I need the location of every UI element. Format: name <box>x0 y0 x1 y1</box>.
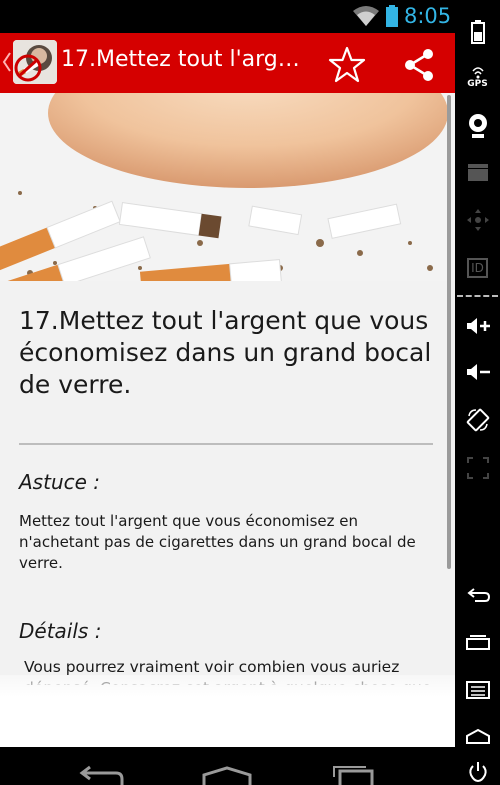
action-bar: 17.Mettez tout l'argent que vous économi… <box>0 33 455 93</box>
rotate-icon[interactable] <box>455 400 500 440</box>
up-chevron-icon[interactable] <box>2 51 12 73</box>
astuce-text: Mettez tout l'argent que vous économisez… <box>19 512 416 572</box>
home-icon[interactable] <box>455 716 500 756</box>
battery-icon[interactable] <box>455 12 500 52</box>
recent-apps-icon[interactable] <box>330 765 380 785</box>
navigation-bar <box>0 747 455 785</box>
article-content[interactable]: 17.Mettez tout l'argent que vous économi… <box>0 93 455 747</box>
scale-icon[interactable] <box>455 448 500 488</box>
battery-icon <box>386 5 398 27</box>
side-divider <box>457 295 498 297</box>
menu-icon[interactable] <box>455 670 500 710</box>
status-bar: 8:05 <box>0 0 455 33</box>
astuce-label: Astuce : <box>19 470 101 494</box>
status-time: 8:05 <box>404 4 452 28</box>
dpad-icon[interactable] <box>455 200 500 240</box>
volume-up-icon[interactable] <box>455 306 500 346</box>
hero-image <box>0 93 455 281</box>
id-label: ID <box>467 258 488 278</box>
divider <box>19 443 433 445</box>
recent-apps-icon[interactable] <box>455 622 500 662</box>
gps-icon[interactable]: GPS <box>455 58 500 98</box>
back-icon[interactable] <box>455 576 500 616</box>
gps-label: GPS <box>467 79 488 89</box>
clapper-icon[interactable] <box>455 152 500 192</box>
share-icon[interactable] <box>399 45 439 85</box>
no-smoking-app-icon <box>13 40 57 84</box>
back-icon[interactable] <box>76 765 126 785</box>
article-heading: 17.Mettez tout l'argent que vous économi… <box>19 306 432 399</box>
wifi-icon <box>353 6 379 26</box>
emulator-control-bar: GPS ID <box>455 0 500 785</box>
power-icon[interactable] <box>455 760 500 785</box>
app-icon[interactable] <box>13 40 57 84</box>
bottom-fade <box>0 675 455 747</box>
scrollbar[interactable] <box>447 95 451 569</box>
action-bar-title: 17.Mettez tout l'argent que vous économi… <box>61 47 311 72</box>
id-icon[interactable]: ID <box>455 248 500 288</box>
home-icon[interactable] <box>202 765 252 785</box>
details-label: Détails : <box>19 619 102 643</box>
star-icon[interactable] <box>327 45 367 85</box>
webcam-icon[interactable] <box>455 106 500 146</box>
volume-down-icon[interactable] <box>455 352 500 392</box>
